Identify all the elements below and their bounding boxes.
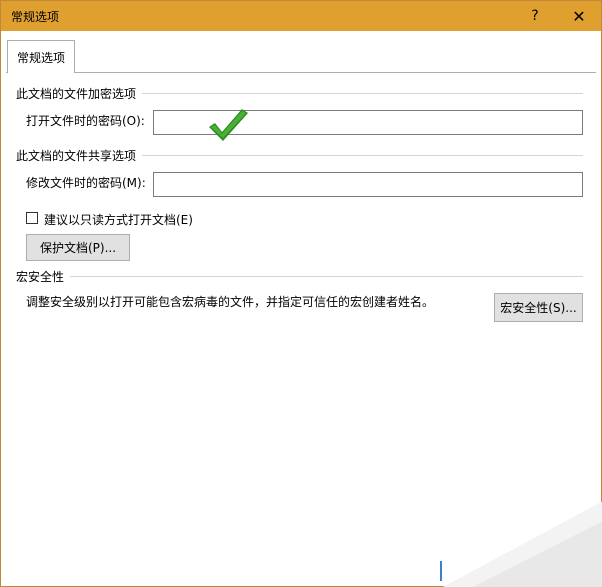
macro-security-button[interactable]: 宏安全性(S)... <box>494 293 583 322</box>
macro-security-button-label: 宏安全性(S)... <box>500 301 577 315</box>
protect-document-button-label: 保护文档(P)... <box>39 241 117 255</box>
sharing-header-text: 此文档的文件共享选项 <box>16 148 137 163</box>
tab-divider <box>74 72 596 73</box>
macro-description: 调整安全级别以打开可能包含宏病毒的文件，并指定可信任的宏创建者姓名。 <box>26 295 435 309</box>
sharing-section-header: 此文档的文件共享选项 <box>16 147 583 163</box>
encryption-header-text: 此文档的文件加密选项 <box>16 86 137 101</box>
modify-password-label: 修改文件时的密码(M): <box>26 176 146 190</box>
encryption-section-header: 此文档的文件加密选项 <box>16 85 583 101</box>
window-title: 常规选项 <box>11 10 60 24</box>
close-button[interactable]: ✕ <box>557 1 601 31</box>
open-password-label: 打开文件时的密码(O): <box>26 114 145 128</box>
modify-password-input[interactable] <box>153 172 583 197</box>
help-button[interactable]: ? <box>513 1 557 31</box>
macro-header-text: 宏安全性 <box>16 269 65 284</box>
divider <box>142 92 583 94</box>
macro-section-header: 宏安全性 <box>16 268 583 284</box>
general-options-dialog: 常规选项 ? ✕ 常规选项 此文档的文件加密选项 打开文件时的密码(O): 此文… <box>0 0 602 587</box>
protect-document-button[interactable]: 保护文档(P)... <box>26 234 130 261</box>
title-bar: 常规选项 ? ✕ <box>1 1 601 31</box>
divider <box>142 154 583 156</box>
green-checkmark-icon <box>209 109 248 141</box>
read-only-label[interactable]: 建议以只读方式打开文档(E) <box>44 211 193 228</box>
divider <box>70 275 583 277</box>
tab-general-options[interactable]: 常规选项 <box>7 40 75 73</box>
tab-strip: 常规选项 <box>1 31 601 73</box>
tab-divider <box>6 72 8 73</box>
read-only-checkbox[interactable] <box>26 212 38 224</box>
